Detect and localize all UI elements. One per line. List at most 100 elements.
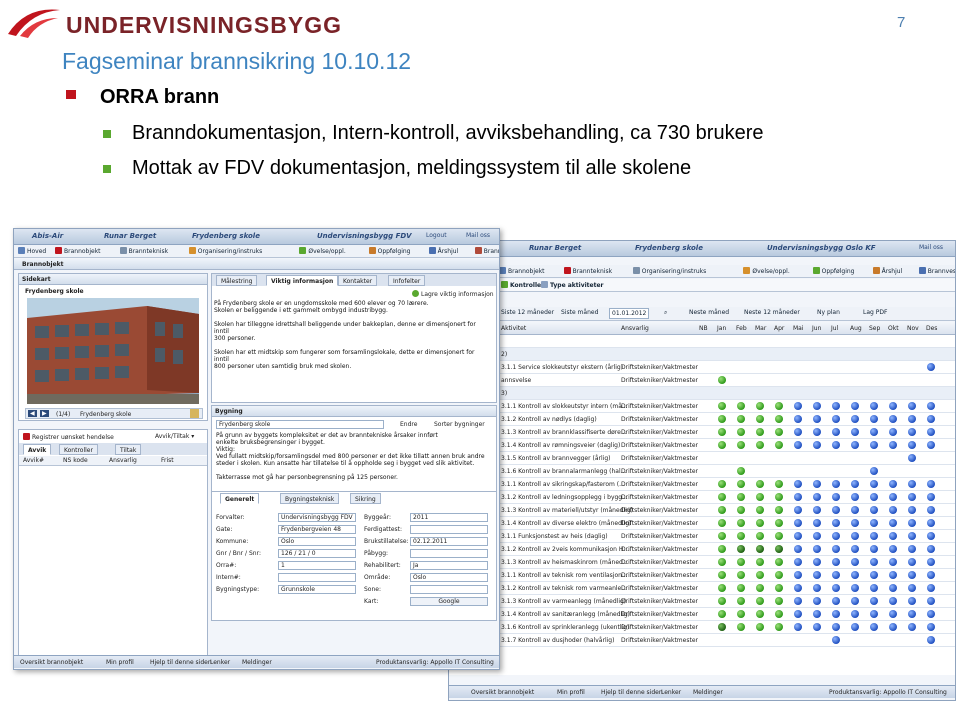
planned-status-icon[interactable] bbox=[927, 532, 935, 540]
schedule-row[interactable]: 3) bbox=[449, 387, 955, 400]
planned-status-icon[interactable] bbox=[927, 415, 935, 423]
pdf-button[interactable]: Lag PDF bbox=[863, 309, 887, 316]
planned-status-icon[interactable] bbox=[870, 467, 878, 475]
schedule-row[interactable]: 3.1.3 Kontroll av brannklassifiserte dør… bbox=[449, 426, 955, 439]
planned-status-icon[interactable] bbox=[927, 597, 935, 605]
done-status-icon[interactable] bbox=[775, 519, 783, 527]
done-status-icon[interactable] bbox=[756, 441, 764, 449]
done-status-icon[interactable] bbox=[737, 441, 745, 449]
done-status-icon[interactable] bbox=[756, 545, 764, 553]
planned-status-icon[interactable] bbox=[927, 623, 935, 631]
schedule-row[interactable]: 3.1.1 Kontroll av teknisk rom ventilasjo… bbox=[449, 569, 955, 582]
footer-link[interactable]: Hjelp til denne siden bbox=[601, 689, 663, 696]
planned-status-icon[interactable] bbox=[908, 532, 916, 540]
nav-organisering-instruks[interactable]: Organisering/instruks bbox=[188, 247, 262, 255]
field-value[interactable]: Oslo bbox=[410, 573, 488, 582]
planned-status-icon[interactable] bbox=[794, 415, 802, 423]
building-select[interactable]: Frydenberg skole bbox=[216, 420, 384, 429]
done-status-icon[interactable] bbox=[775, 506, 783, 514]
planned-status-icon[interactable] bbox=[889, 610, 897, 618]
done-status-icon[interactable] bbox=[756, 402, 764, 410]
planned-status-icon[interactable] bbox=[889, 480, 897, 488]
edit-button[interactable]: Endre bbox=[400, 421, 417, 428]
done-status-icon[interactable] bbox=[718, 493, 726, 501]
col-header[interactable]: Jul bbox=[831, 325, 838, 332]
planned-status-icon[interactable] bbox=[794, 597, 802, 605]
footer-link[interactable]: Meldinger bbox=[693, 689, 723, 696]
planned-status-icon[interactable] bbox=[870, 428, 878, 436]
done-status-icon[interactable] bbox=[737, 584, 745, 592]
nav-oppfølging[interactable]: Oppfølging bbox=[812, 267, 854, 275]
planned-status-icon[interactable] bbox=[794, 623, 802, 631]
planned-status-icon[interactable] bbox=[794, 558, 802, 566]
planned-status-icon[interactable] bbox=[794, 480, 802, 488]
planned-status-icon[interactable] bbox=[889, 571, 897, 579]
schedule-row[interactable]: 3.1.4 Kontroll av diverse elektro (måned… bbox=[449, 517, 955, 530]
planned-status-icon[interactable] bbox=[889, 558, 897, 566]
done-status-icon[interactable] bbox=[718, 545, 726, 553]
done-status-icon[interactable] bbox=[718, 597, 726, 605]
schedule-row[interactable]: 3.1.3 Kontroll av heismaskinrom (måned..… bbox=[449, 556, 955, 569]
planned-status-icon[interactable] bbox=[889, 441, 897, 449]
planned-status-icon[interactable] bbox=[908, 610, 916, 618]
planned-status-icon[interactable] bbox=[832, 480, 840, 488]
planned-status-icon[interactable] bbox=[870, 597, 878, 605]
nav-årshjul[interactable]: Årshjul bbox=[428, 247, 458, 255]
planned-status-icon[interactable] bbox=[813, 428, 821, 436]
planned-status-icon[interactable] bbox=[927, 441, 935, 449]
planned-status-icon[interactable] bbox=[794, 441, 802, 449]
planned-status-icon[interactable] bbox=[870, 519, 878, 527]
done-status-icon[interactable] bbox=[718, 558, 726, 566]
schedule-row[interactable]: 3.1.2 Kontroll av nødlys (daglig) Driftst… bbox=[449, 413, 955, 426]
planned-status-icon[interactable] bbox=[851, 506, 859, 514]
next-12-months-button[interactable]: Neste 12 måneder bbox=[744, 309, 800, 316]
planned-status-icon[interactable] bbox=[794, 519, 802, 527]
planned-status-icon[interactable] bbox=[870, 402, 878, 410]
done-status-icon[interactable] bbox=[775, 493, 783, 501]
planned-status-icon[interactable] bbox=[908, 441, 916, 449]
planned-status-icon[interactable] bbox=[908, 623, 916, 631]
done-status-icon[interactable] bbox=[756, 610, 764, 618]
tab-sikring[interactable]: Sikring bbox=[350, 493, 381, 504]
done-status-icon[interactable] bbox=[775, 558, 783, 566]
planned-status-icon[interactable] bbox=[851, 623, 859, 631]
done-status-icon[interactable] bbox=[775, 571, 783, 579]
planned-status-icon[interactable] bbox=[851, 480, 859, 488]
col-header[interactable]: Sep bbox=[869, 325, 880, 332]
field-value[interactable] bbox=[410, 525, 488, 534]
col-header[interactable]: NS kode bbox=[63, 457, 88, 464]
done-status-icon[interactable] bbox=[718, 480, 726, 488]
planned-status-icon[interactable] bbox=[908, 493, 916, 501]
done-status-icon[interactable] bbox=[775, 402, 783, 410]
done-status-icon[interactable] bbox=[737, 532, 745, 540]
planned-status-icon[interactable] bbox=[832, 571, 840, 579]
done-status-icon[interactable] bbox=[737, 506, 745, 514]
footer-link[interactable]: Lenker bbox=[210, 659, 230, 666]
planned-status-icon[interactable] bbox=[927, 402, 935, 410]
nav-brannobjekt[interactable]: Brannobjekt bbox=[55, 247, 101, 255]
planned-status-icon[interactable] bbox=[832, 558, 840, 566]
done-status-icon[interactable] bbox=[756, 558, 764, 566]
save-info-button[interactable]: Lagre viktig informasjon bbox=[412, 290, 494, 298]
done-status-icon[interactable] bbox=[737, 519, 745, 527]
schedule-row[interactable]: 3.1.3 Kontroll av materiell/utstyr (måne… bbox=[449, 504, 955, 517]
planned-status-icon[interactable] bbox=[851, 610, 859, 618]
done-status-icon[interactable] bbox=[756, 519, 764, 527]
sort-buildings-button[interactable]: Sorter bygninger bbox=[434, 421, 485, 428]
done-status-icon[interactable] bbox=[737, 610, 745, 618]
next-arrow-icon[interactable]: ▶ bbox=[40, 410, 49, 417]
done-status-icon[interactable] bbox=[775, 441, 783, 449]
planned-status-icon[interactable] bbox=[870, 493, 878, 501]
done-status-icon[interactable] bbox=[718, 415, 726, 423]
planned-status-icon[interactable] bbox=[908, 415, 916, 423]
map-button[interactable]: Google bbox=[410, 597, 488, 606]
planned-status-icon[interactable] bbox=[851, 519, 859, 527]
col-header[interactable]: Des bbox=[926, 325, 937, 332]
planned-status-icon[interactable] bbox=[908, 428, 916, 436]
info-text[interactable]: På Frydenberg skole er en ungdomsskole m… bbox=[214, 300, 484, 370]
register-event-button[interactable]: Registrer uønsket hendelse bbox=[23, 433, 114, 441]
done-status-icon[interactable] bbox=[737, 415, 745, 423]
done-status-icon[interactable] bbox=[737, 558, 745, 566]
schedule-row[interactable]: 2) bbox=[449, 348, 955, 361]
done-status-icon[interactable] bbox=[737, 597, 745, 605]
